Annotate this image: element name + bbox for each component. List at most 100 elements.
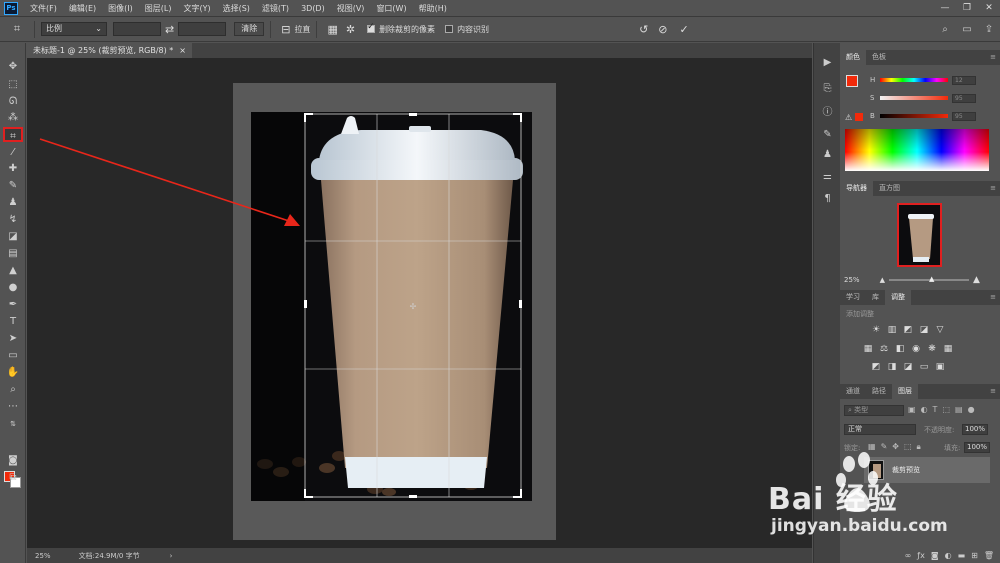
filter-pixel-icon[interactable]: ▣: [908, 405, 916, 414]
s-value-field[interactable]: 95: [952, 93, 976, 103]
navigator-panel-tabs: 导航器 直方图 ≡: [840, 181, 1000, 196]
navigator-zoom-slider[interactable]: ▲: [888, 275, 969, 283]
adjustments-row-3: ◩ ◨ ◪ ▭ ▣: [870, 362, 990, 373]
color-row-s: S 95: [870, 93, 996, 103]
panel-menu-icon[interactable]: ≡: [990, 181, 996, 196]
exposure-icon[interactable]: ◪: [918, 325, 930, 336]
s-slider[interactable]: [880, 96, 948, 100]
filter-toggle-icon[interactable]: ●: [968, 405, 975, 414]
layer-filter-icons: ▣ ◐ T ⬚ ▤ ●: [908, 405, 975, 414]
adjustments-row-2: ▦ ⚖ ◧ ◉ ❋ ▦: [862, 344, 982, 355]
color-row-h: H 12: [870, 75, 996, 85]
layers-panel-tabs: 通道 路径 图层 ≡: [840, 384, 1000, 399]
invert-icon[interactable]: ◩: [870, 362, 882, 373]
tab-channels[interactable]: 通道: [840, 384, 866, 399]
info-icon[interactable]: ⓘ: [819, 103, 836, 118]
panel-menu-icon[interactable]: ≡: [990, 290, 996, 305]
channel-mixer-icon[interactable]: ❋: [926, 344, 938, 355]
status-zoom[interactable]: 25%: [35, 552, 51, 560]
b-slider[interactable]: [880, 114, 948, 118]
opacity-field[interactable]: 100%: [962, 424, 988, 435]
zoom-out-icon[interactable]: ▲: [880, 276, 885, 284]
share-icon[interactable]: ⇪: [978, 24, 1000, 35]
color-row-h-label: H: [870, 76, 876, 84]
gamut-warning-icon[interactable]: ⚠: [845, 113, 852, 122]
tab-libraries[interactable]: 库: [866, 290, 885, 305]
vibrance-icon[interactable]: ▽: [934, 325, 946, 336]
watermark-brand: Bai 经验: [768, 482, 898, 517]
h-value-field[interactable]: 12: [952, 75, 976, 85]
status-bar: 25% 文档:24.9M/0 字节 ›: [27, 548, 812, 563]
b-value-field[interactable]: 95: [952, 111, 976, 121]
tab-navigator[interactable]: 导航器: [840, 181, 873, 196]
minimize-icon[interactable]: —: [934, 0, 956, 17]
fx-icon[interactable]: ƒx: [917, 551, 925, 560]
adjustments-row-1: ☀ ▥ ◩ ◪ ▽: [870, 325, 990, 336]
photo-filter-icon[interactable]: ◉: [910, 344, 922, 355]
layer-filter-placeholder: 类型: [854, 406, 869, 414]
search-icon[interactable]: ⌕: [934, 24, 956, 35]
navigator-cup-preview: [899, 205, 940, 265]
restore-icon[interactable]: ❐: [956, 0, 978, 17]
filter-shape-icon[interactable]: ⬚: [942, 405, 950, 414]
link-layers-icon[interactable]: ∞: [905, 551, 912, 560]
filter-adjust-icon[interactable]: ◐: [921, 405, 928, 414]
navigator-zoom-row: 25% ▲ ▲ ▲: [840, 274, 1000, 286]
play-icon[interactable]: ▶: [819, 57, 836, 72]
navigator-zoom-value[interactable]: 25%: [844, 276, 860, 284]
watermark-url: jingyan.baidu.com: [771, 516, 948, 536]
color-panel-foreground[interactable]: [846, 75, 858, 87]
navigator-thumbnail[interactable]: [897, 203, 942, 267]
adjustments-panel-tabs: 学习 库 调整 ≡: [840, 290, 1000, 305]
properties-icon[interactable]: ⚌: [819, 171, 836, 186]
color-lookup-icon[interactable]: ▦: [942, 344, 954, 355]
filter-type-icon[interactable]: T: [933, 405, 938, 414]
color-spectrum[interactable]: [845, 129, 989, 171]
tab-paths[interactable]: 路径: [866, 384, 892, 399]
color-row-b: B 95: [870, 111, 996, 121]
posterize-icon[interactable]: ◨: [886, 362, 898, 373]
character-icon[interactable]: ¶: [819, 193, 836, 208]
panel-menu-icon[interactable]: ≡: [990, 384, 996, 399]
adjustments-title: 添加调整: [846, 310, 874, 318]
tab-adjustments[interactable]: 调整: [885, 290, 911, 305]
h-slider[interactable]: [880, 78, 948, 82]
black-white-icon[interactable]: ◧: [894, 344, 906, 355]
gradient-map-icon[interactable]: ▭: [918, 362, 930, 373]
new-layer-icon[interactable]: ⊞: [971, 551, 978, 560]
blend-mode-select[interactable]: 正常: [844, 424, 916, 435]
tab-layers[interactable]: 图层: [892, 384, 918, 399]
selective-color-icon[interactable]: ▣: [934, 362, 946, 373]
tab-color[interactable]: 颜色: [840, 50, 866, 65]
tab-learn[interactable]: 学习: [840, 290, 866, 305]
layer-filter-select[interactable]: ⌕ 类型: [844, 405, 904, 416]
options-bar-right: ⌕ ▭ ⇪: [934, 17, 1000, 42]
curves-icon[interactable]: ◩: [902, 325, 914, 336]
canvas-area[interactable]: ✢: [27, 58, 812, 548]
brightness-contrast-icon[interactable]: ☀: [870, 325, 882, 336]
zoom-in-icon[interactable]: ▲: [973, 275, 980, 285]
tab-histogram[interactable]: 直方图: [873, 181, 906, 196]
threshold-icon[interactable]: ◪: [902, 362, 914, 373]
status-expand-arrow[interactable]: ›: [170, 552, 173, 560]
brush-settings-icon[interactable]: ✎: [819, 129, 836, 144]
clone-source-icon[interactable]: ♟: [819, 149, 836, 164]
new-group-icon[interactable]: ▬: [958, 551, 966, 560]
new-adjustment-icon[interactable]: ◐: [945, 551, 952, 560]
slider-thumb-icon[interactable]: ▲: [929, 275, 934, 283]
trash-icon[interactable]: 🗑︎: [984, 551, 994, 560]
tab-swatches[interactable]: 色板: [866, 50, 892, 65]
history-icon[interactable]: ⎘: [819, 83, 836, 98]
window-controls: — ❐ ✕: [934, 0, 1000, 17]
workspace-icon[interactable]: ▭: [956, 24, 978, 35]
gamut-color-swatch[interactable]: [855, 113, 863, 121]
add-mask-icon[interactable]: ◙: [931, 551, 939, 560]
close-icon[interactable]: ✕: [978, 0, 1000, 17]
panel-menu-icon[interactable]: ≡: [990, 50, 996, 65]
levels-icon[interactable]: ▥: [886, 325, 898, 336]
layers-bottom-bar: ∞ ƒx ◙ ◐ ▬ ⊞ 🗑︎: [840, 548, 1000, 563]
color-row-s-label: S: [870, 94, 875, 102]
filter-smart-icon[interactable]: ▤: [955, 405, 963, 414]
hue-saturation-icon[interactable]: ▦: [862, 344, 874, 355]
color-balance-icon[interactable]: ⚖: [878, 344, 890, 355]
